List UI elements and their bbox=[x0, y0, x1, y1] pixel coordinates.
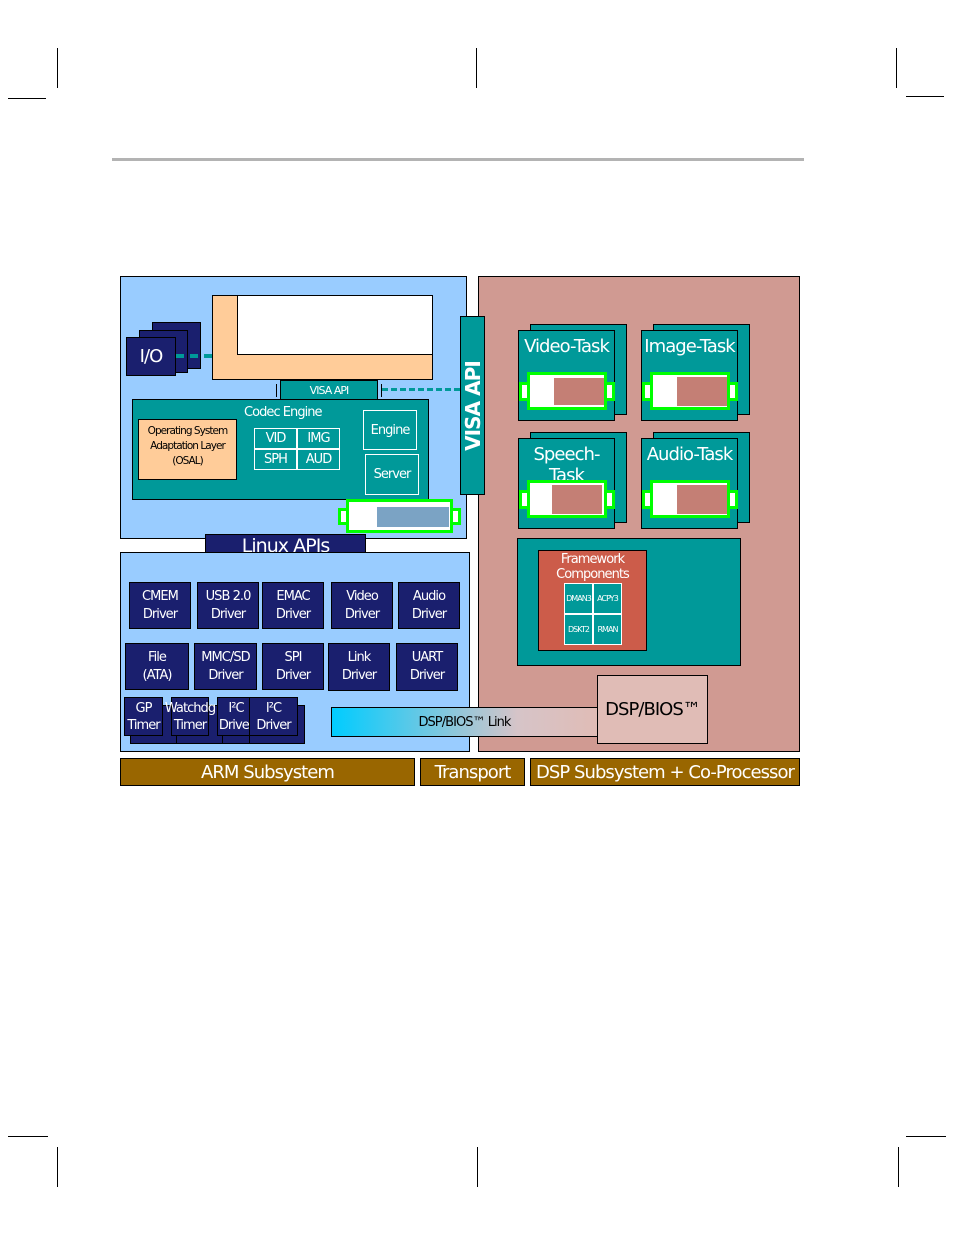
driver-gp-timer: GP Timer bbox=[124, 697, 163, 736]
arm-subsystem-bar: ARM Subsystem bbox=[120, 758, 415, 786]
visa-connector bbox=[382, 388, 460, 391]
dsp-subsystem-bar: DSP Subsystem + Co-Processor bbox=[530, 758, 800, 786]
buffer-icon bbox=[642, 480, 738, 518]
visa-api-vertical: VISA API bbox=[460, 316, 485, 495]
io-box: I/O bbox=[126, 337, 176, 376]
header-rule bbox=[112, 158, 804, 161]
osal-line: Adaptation Layer bbox=[150, 440, 226, 452]
fw-acpy3: ACPY3 bbox=[593, 583, 622, 614]
osal-line: Operating System bbox=[147, 425, 229, 437]
crop-mark bbox=[8, 1136, 48, 1137]
engine-box: Engine bbox=[363, 410, 417, 450]
crop-mark bbox=[57, 1147, 58, 1187]
osal-line: (OSAL) bbox=[172, 455, 204, 467]
driver-emac: EMAC Driver bbox=[262, 582, 324, 629]
arm-buffer-icon bbox=[338, 499, 461, 533]
buffer-icon bbox=[519, 480, 615, 518]
io-connector bbox=[176, 354, 212, 358]
server-box: Server bbox=[365, 454, 419, 495]
driver-cmem: CMEM Driver bbox=[129, 582, 191, 629]
transport-bar: Transport bbox=[420, 758, 525, 786]
driver-usb: USB 2.0 Driver bbox=[197, 582, 259, 629]
visa-api-tabs bbox=[276, 384, 382, 397]
crop-mark bbox=[57, 48, 58, 88]
driver-link: Link Driver bbox=[328, 643, 390, 691]
crop-mark bbox=[8, 98, 46, 99]
task-label: Audio-Task bbox=[646, 444, 734, 465]
osal-box: Operating System Adaptation Layer (OSAL) bbox=[138, 419, 237, 480]
codec-img: IMG bbox=[297, 428, 340, 449]
driver-watchdog-timer: Watchdg Timer bbox=[165, 697, 216, 736]
buffer-icon bbox=[642, 372, 738, 410]
crop-mark bbox=[898, 1147, 899, 1187]
task-label: Image-Task bbox=[644, 336, 735, 357]
fw-rman: RMAN bbox=[593, 614, 622, 645]
dsp-bios: DSP/BIOS™ bbox=[597, 675, 708, 744]
driver-uart: UART Driver bbox=[396, 643, 458, 691]
driver-video: Video Driver bbox=[331, 582, 393, 629]
page: I/O VISA API VISA API Codec Engine Opera… bbox=[0, 0, 954, 1235]
task-label: Video-Task bbox=[524, 336, 610, 357]
crop-mark bbox=[476, 48, 477, 88]
codec-engine-label: Codec Engine bbox=[244, 405, 323, 420]
visa-api-vertical-label: VISA API bbox=[460, 360, 485, 451]
crop-mark bbox=[906, 96, 944, 97]
crop-mark bbox=[906, 1136, 946, 1137]
dsp-bios-link: DSP/BIOS™ Link bbox=[331, 707, 598, 737]
buffer-icon bbox=[519, 372, 615, 410]
driver-i2c-front: I²C Driver bbox=[249, 697, 298, 736]
codec-vid: VID bbox=[254, 428, 297, 449]
driver-audio: Audio Driver bbox=[398, 582, 460, 629]
driver-mmcsd: MMC/SD Driver bbox=[194, 643, 257, 690]
crop-mark bbox=[896, 48, 897, 88]
driver-spi: SPI Driver bbox=[262, 643, 324, 690]
driver-file: File (ATA) bbox=[125, 643, 189, 690]
application-window bbox=[237, 295, 433, 355]
fw-dskt2: DSKT2 bbox=[564, 614, 593, 645]
codec-sph: SPH bbox=[254, 449, 297, 470]
codec-aud: AUD bbox=[297, 449, 340, 470]
fw-dman3: DMAN3 bbox=[564, 583, 593, 614]
crop-mark bbox=[477, 1147, 478, 1187]
